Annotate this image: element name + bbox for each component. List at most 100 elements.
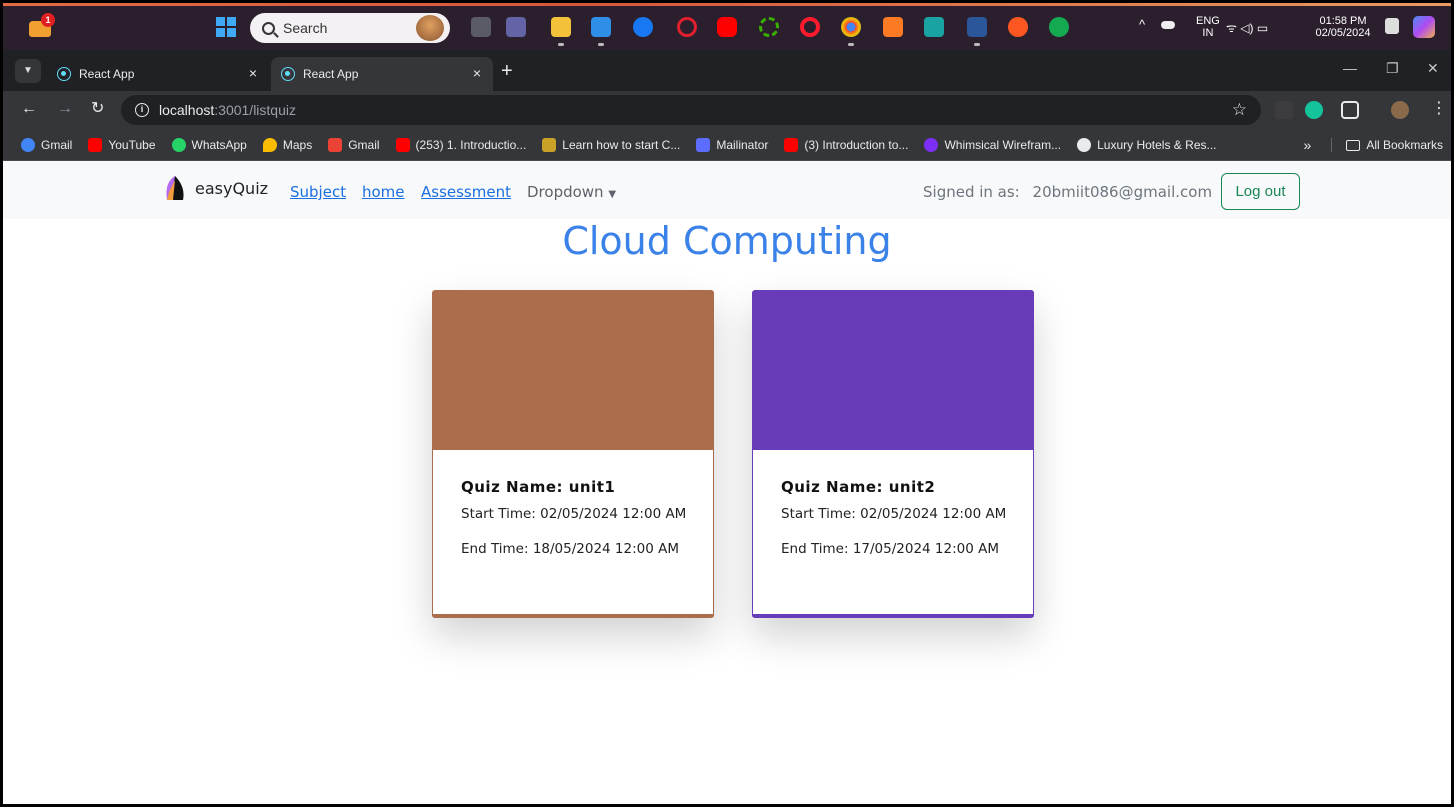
logout-button[interactable]: Log out [1221, 173, 1300, 210]
bookmark-item[interactable]: Maps [262, 137, 312, 152]
google-icon [21, 137, 35, 152]
forward-icon[interactable]: → [57, 99, 73, 119]
tab-react-app-1[interactable]: React App × [47, 57, 269, 91]
profile-avatar-icon[interactable] [1391, 101, 1409, 119]
restore-icon[interactable]: ❐ [1386, 60, 1399, 77]
opera-icon[interactable] [800, 17, 820, 37]
reload-icon[interactable]: ↻ [91, 99, 104, 119]
nav-link-home[interactable]: home [362, 183, 405, 201]
dropdown-label: Dropdown [527, 183, 604, 201]
bookmark-item[interactable]: YouTube [88, 137, 156, 152]
extensions-puzzle-icon[interactable] [1341, 101, 1359, 119]
bookmark-item[interactable]: Gmail [328, 137, 380, 152]
minimize-icon[interactable]: — [1343, 60, 1357, 76]
widgets-button[interactable]: 1 [27, 13, 55, 39]
vscode-icon[interactable] [591, 17, 611, 46]
bookmark-label: Learn how to start C... [562, 137, 681, 152]
quiz-name: Quiz Name: unit1 [461, 478, 616, 496]
language-top: ENG [1196, 15, 1220, 27]
notification-badge: 1 [41, 13, 55, 27]
copilot-icon[interactable] [1413, 16, 1435, 38]
chrome-icon[interactable] [841, 17, 861, 46]
folder-icon [1346, 139, 1361, 151]
cc-icon [542, 137, 557, 152]
bookmark-item[interactable]: Luxury Hotels & Res... [1077, 137, 1217, 152]
brand[interactable]: easyQuiz [165, 176, 268, 200]
tab-search-button[interactable]: ▼ [15, 59, 41, 83]
card-border [1033, 450, 1034, 618]
postman-icon[interactable] [1008, 17, 1028, 37]
quiz-card-bottom-bar [752, 614, 1034, 618]
clock[interactable]: 01:58 PM 02/05/2024 [1311, 15, 1375, 39]
brand-name: easyQuiz [195, 178, 269, 198]
bookmark-item[interactable]: WhatsApp [171, 137, 247, 152]
task-view-icon[interactable] [471, 17, 491, 37]
new-tab-button[interactable]: + [501, 61, 513, 81]
tab-react-app-2[interactable]: React App × [271, 57, 493, 91]
quiz-card-unit2[interactable]: Quiz Name: unit2 Start Time: 02/05/2024 … [752, 290, 1034, 618]
globe-icon [1077, 137, 1092, 152]
bookmark-item[interactable]: Gmail [21, 137, 73, 152]
bookmark-item[interactable]: Learn how to start C... [542, 137, 681, 152]
taskbar-search-placeholder: Search [283, 20, 328, 36]
teams-icon[interactable] [506, 17, 526, 37]
gmail-icon [328, 137, 343, 152]
nav-link-assessment[interactable]: Assessment [421, 183, 511, 201]
dropdown-toggle[interactable]: Dropdown ▼ [527, 183, 616, 201]
onedrive-icon[interactable] [1161, 21, 1175, 29]
bookmarks-overflow-button[interactable]: » [1304, 137, 1312, 153]
facebook-icon[interactable] [633, 17, 653, 37]
all-bookmarks-label: All Bookmarks [1366, 138, 1443, 152]
close-window-icon[interactable]: ✕ [1427, 60, 1439, 77]
mongodb-compass-icon[interactable] [1049, 17, 1069, 37]
wifi-volume-battery-icon[interactable]: ᯤ ◁) ▭ [1226, 19, 1268, 36]
quiz-name: Quiz Name: unit2 [781, 478, 936, 496]
youtube-app-icon[interactable] [717, 17, 737, 37]
loader-app-icon[interactable] [759, 17, 779, 37]
bookmark-item[interactable]: Mailinator [696, 137, 769, 152]
taskbar-search[interactable]: Search [250, 13, 450, 43]
nav-link-subject[interactable]: Subject [290, 183, 346, 201]
bookmark-label: Gmail [41, 137, 73, 152]
file-explorer-icon[interactable] [551, 17, 571, 46]
address-bar[interactable]: i localhost:3001/listquiz ☆ [121, 95, 1261, 125]
user-email: 20bmiit086@gmail.com [1032, 183, 1213, 201]
xampp-icon[interactable] [883, 17, 903, 37]
quiz-card-banner [752, 290, 1034, 450]
bookmark-item[interactable]: (253) 1. Introductio... [395, 137, 527, 152]
start-button[interactable] [216, 17, 236, 37]
site-info-icon[interactable]: i [135, 103, 149, 117]
bookmark-item[interactable]: (3) Introduction to... [784, 137, 908, 152]
youtube-icon [88, 137, 103, 152]
close-tab-icon[interactable]: × [473, 65, 481, 81]
back-icon[interactable]: ← [21, 99, 37, 119]
bookmark-label: WhatsApp [191, 137, 247, 152]
bookmark-label: Mailinator [716, 137, 769, 152]
card-border [752, 450, 753, 618]
bookmark-label: (253) 1. Introductio... [415, 137, 527, 152]
word-icon[interactable] [967, 17, 987, 46]
close-tab-icon[interactable]: × [249, 65, 257, 81]
card-border [713, 450, 714, 618]
extension-icon[interactable] [1275, 101, 1293, 119]
bookmarks-right: » All Bookmarks [1304, 137, 1443, 153]
menu-kebab-icon[interactable]: ⋮ [1431, 99, 1447, 119]
quiz-start-time: Start Time: 02/05/2024 12:00 AM [461, 506, 687, 522]
bookmark-star-icon[interactable]: ☆ [1232, 100, 1247, 120]
chevron-up-icon[interactable]: ^ [1139, 17, 1145, 32]
search-highlight-icon [416, 15, 444, 41]
quiz-card-unit1[interactable]: Quiz Name: unit1 Start Time: 02/05/2024 … [432, 290, 714, 618]
youtube-icon [784, 137, 799, 152]
notification-bell-icon[interactable] [1385, 18, 1399, 34]
card-border [432, 450, 433, 618]
quiz-card-bottom-bar [432, 614, 714, 618]
language-indicator[interactable]: ENG IN [1196, 15, 1220, 39]
quiz-card-banner [432, 290, 714, 450]
taskbar: 1 Search ^ ENG IN ᯤ ◁) ▭ 01:58 PM 02/05/… [3, 3, 1451, 50]
signed-in-info: Signed in as: 20bmiit086@gmail.com [923, 183, 1212, 201]
all-bookmarks-button[interactable]: All Bookmarks [1331, 138, 1443, 152]
arduino-icon[interactable] [924, 17, 944, 37]
grammarly-icon[interactable] [1305, 101, 1323, 119]
bookmark-item[interactable]: Whimsical Wirefram... [924, 137, 1061, 152]
opera-gx-icon[interactable] [677, 17, 697, 37]
